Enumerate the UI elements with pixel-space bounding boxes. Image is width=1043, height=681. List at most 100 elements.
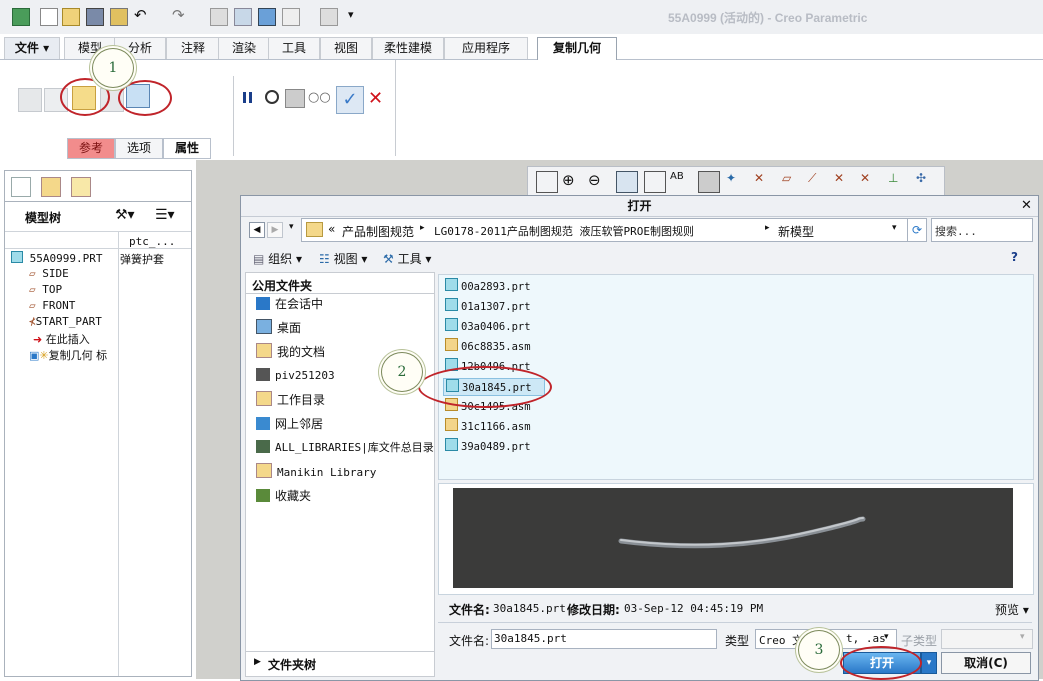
folder-computer[interactable]: piv251203 <box>256 367 335 385</box>
folder-browser-tab-icon[interactable] <box>41 177 61 197</box>
tree-item-part[interactable]: 55A0999.PRT <box>11 251 102 265</box>
assembly-file-icon <box>445 418 458 431</box>
annotation-display-icon[interactable]: ⊥ <box>888 171 908 191</box>
tab-file[interactable]: 文件 ▾ <box>4 37 60 59</box>
address-dropdown-icon[interactable]: ▾ <box>892 223 897 233</box>
csys-display-icon[interactable]: ✕ <box>860 171 880 191</box>
windows-icon[interactable] <box>282 8 300 26</box>
tools-icon: ⚒ <box>383 252 394 266</box>
type-label: 类型 <box>725 634 750 648</box>
tree-column-header: ptc_... <box>129 235 176 248</box>
axis-display-icon[interactable]: ⟋ <box>808 171 828 191</box>
regenerate-icon[interactable] <box>110 8 128 26</box>
tab-flexible-modeling[interactable]: 柔性建模 <box>372 37 444 59</box>
redo-icon[interactable]: ↷ <box>172 8 188 24</box>
close-window-icon[interactable] <box>320 8 338 26</box>
file-item[interactable]: 39a0489.prt <box>445 438 531 454</box>
preview-icon[interactable] <box>285 89 305 108</box>
back-icon[interactable]: ◀ <box>249 222 265 238</box>
close-icon[interactable]: ✕ <box>1021 198 1032 213</box>
folder-network[interactable]: 网上邻居 <box>256 415 323 433</box>
refresh-icon[interactable]: ⟳ <box>907 218 927 242</box>
subtab-references[interactable]: 参考 <box>67 138 115 159</box>
regen-icon[interactable] <box>210 8 228 26</box>
open-file-icon[interactable] <box>62 8 80 26</box>
view-manager-icon[interactable] <box>698 171 720 193</box>
tree-item-copy-geometry[interactable]: ▣✳复制几何 标 <box>29 347 107 363</box>
tree-item-start-part[interactable]: ⊀START_PART <box>29 315 102 328</box>
tree-item-side[interactable]: ▱ SIDE <box>29 267 69 280</box>
folder-favorites[interactable]: 收藏夹 <box>256 487 311 505</box>
search-input[interactable]: 搜索... <box>931 218 1033 242</box>
address-bar[interactable]: « 产品制图规范 ▸ LG0178-2011产品制图规范 液压软管PROE制图规… <box>301 218 909 242</box>
tab-annotate[interactable]: 注释 <box>166 37 220 59</box>
plane-display-icon[interactable]: ▱ <box>782 171 802 191</box>
settings-icon[interactable]: ⚒▾ <box>115 207 135 225</box>
edit-icon[interactable] <box>234 8 252 26</box>
cancel-button[interactable]: 取消(C) <box>941 652 1031 674</box>
file-item[interactable]: 31c1166.asm <box>445 418 531 434</box>
tab-copy-geometry[interactable]: 复制几何 <box>537 37 617 60</box>
perspective-icon[interactable]: ✦ <box>726 171 746 191</box>
no-preview-icon[interactable] <box>265 90 279 104</box>
model-tree-tab-icon[interactable] <box>11 177 31 197</box>
folder-manikin-library[interactable]: Manikin Library <box>256 463 376 481</box>
file-item[interactable]: 03a0406.prt <box>445 318 531 334</box>
tab-render[interactable]: 渲染 <box>218 37 270 59</box>
filename-input[interactable]: 30a1845.prt <box>491 629 717 649</box>
spin-center-icon[interactable]: ✣ <box>916 171 936 191</box>
show-menu-icon[interactable]: ☰▾ <box>155 207 185 225</box>
new-file-icon[interactable] <box>40 8 58 26</box>
pause-icon[interactable] <box>242 90 255 105</box>
preview-toggle[interactable]: 预览 ▾ <box>995 601 1029 618</box>
zoom-out-icon[interactable]: ⊖ <box>588 171 608 191</box>
confirm-check-icon[interactable]: ✓ <box>336 86 364 114</box>
views-menu[interactable]: ☷ 视图 ▾ <box>319 250 367 267</box>
breadcrumb-1[interactable]: 产品制图规范 <box>342 223 414 240</box>
folder-my-documents[interactable]: 我的文档 <box>256 343 325 361</box>
subtype-select[interactable]: ▾ <box>941 629 1033 649</box>
glasses-icon[interactable]: ○○ <box>308 90 331 105</box>
remove-reference-icon[interactable] <box>18 88 42 112</box>
repaint-icon[interactable] <box>616 171 638 193</box>
favorites-icon <box>256 489 270 502</box>
tree-item-insert-here[interactable]: ➜ 在此插入 <box>33 331 90 347</box>
subtab-options[interactable]: 选项 <box>115 138 163 159</box>
model-tree-panel: 模型树 ⚒▾ ☰▾ ptc_... 55A0999.PRT 弹簧护套 ▱ SID… <box>4 170 192 677</box>
display-style-icon[interactable] <box>644 171 666 193</box>
refit-icon[interactable] <box>536 171 558 193</box>
saved-views-icon[interactable]: AB <box>670 171 690 191</box>
folder-desktop[interactable]: 桌面 <box>256 319 301 337</box>
cancel-x-icon[interactable]: ✕ <box>368 88 383 109</box>
file-item[interactable]: 00a2893.prt <box>445 278 531 294</box>
customize-icon[interactable]: ▾ <box>348 8 364 24</box>
help-icon[interactable]: ? <box>1011 250 1018 264</box>
tab-applications[interactable]: 应用程序 <box>444 37 528 59</box>
file-item[interactable]: 01a1307.prt <box>445 298 531 314</box>
forward-icon[interactable]: ▶ <box>267 222 283 238</box>
file-item[interactable]: 06c8835.asm <box>445 338 531 354</box>
callout-1: 1 <box>92 48 134 88</box>
organize-menu[interactable]: ▤ 组织 ▾ <box>253 250 302 267</box>
folder-working-directory[interactable]: 工作目录 <box>256 391 325 409</box>
subtab-properties[interactable]: 属性 <box>163 138 211 159</box>
zoom-in-icon[interactable]: ⊕ <box>562 171 582 191</box>
folder-in-session[interactable]: 在会话中 <box>256 295 323 313</box>
open-options-icon[interactable]: ▾ <box>921 652 937 674</box>
datum-display-icon[interactable]: ✕ <box>754 171 774 191</box>
tab-view[interactable]: 视图 <box>320 37 372 59</box>
folder-all-libraries[interactable]: ALL_LIBRARIES|库文件总目录 <box>256 439 434 457</box>
breadcrumb-3[interactable]: 新模型 <box>778 223 814 240</box>
tree-item-top[interactable]: ▱ TOP <box>29 283 62 296</box>
window-icon[interactable] <box>258 8 276 26</box>
save-icon[interactable] <box>86 8 104 26</box>
point-display-icon[interactable]: ✕ <box>834 171 854 191</box>
history-dropdown-icon[interactable]: ▾ <box>289 222 294 232</box>
undo-icon[interactable]: ↶ <box>134 8 150 24</box>
breadcrumb-2[interactable]: LG0178-2011产品制图规范 液压软管PROE制图规则 <box>434 223 694 239</box>
tree-item-front[interactable]: ▱ FRONT <box>29 299 75 312</box>
tools-menu[interactable]: ⚒ 工具 ▾ <box>383 250 431 267</box>
folder-tree-toggle[interactable]: ▶ 文件夹树 <box>245 651 435 677</box>
tab-tools[interactable]: 工具 <box>268 37 320 59</box>
favorites-tab-icon[interactable] <box>71 177 91 197</box>
